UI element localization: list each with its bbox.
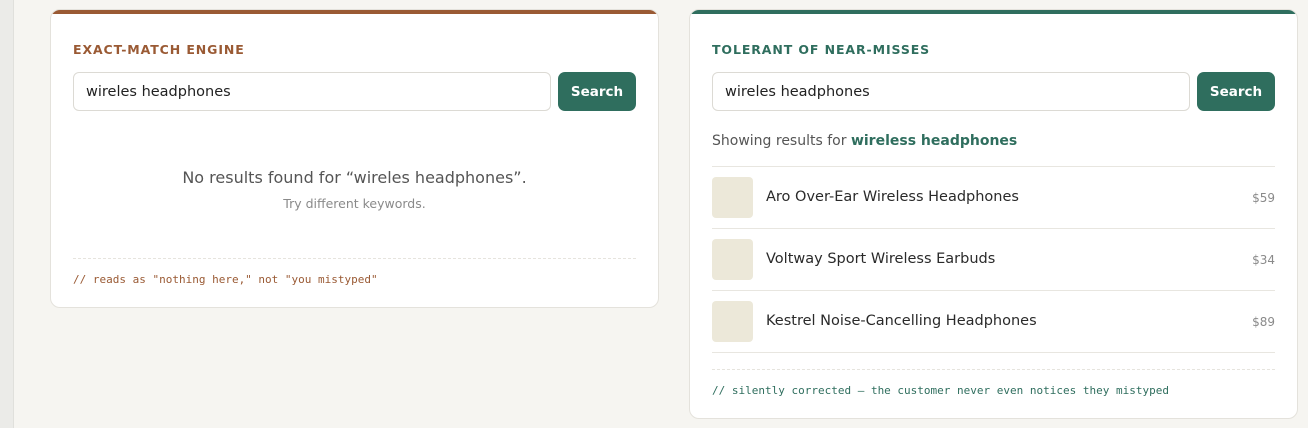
exact-search-input[interactable] xyxy=(73,72,551,111)
tolerant-note: // silently corrected — the customer nev… xyxy=(712,384,1169,397)
showing-prefix: Showing results for xyxy=(712,133,847,149)
window-left-edge xyxy=(0,0,14,428)
product-thumbnail xyxy=(712,177,753,218)
exact-match-heading: EXACT-MATCH ENGINE xyxy=(73,42,245,57)
tolerant-search-input[interactable] xyxy=(712,72,1190,111)
product-thumbnail xyxy=(712,301,753,342)
tolerant-heading: TOLERANT OF NEAR-MISSES xyxy=(712,42,931,57)
exact-search-button[interactable]: Search xyxy=(558,72,636,111)
no-results-hint: Try different keywords. xyxy=(283,196,426,211)
result-item[interactable]: Voltway Sport Wireless Earbuds $34 xyxy=(712,229,1275,291)
results-list: Aro Over-Ear Wireless Headphones $59 Vol… xyxy=(712,166,1275,353)
exact-match-panel: EXACT-MATCH ENGINE Search No results fou… xyxy=(50,9,659,308)
exact-divider xyxy=(73,258,636,259)
result-name: Kestrel Noise-Cancelling Headphones xyxy=(766,313,1037,329)
showing-results-line: Showing results for wireless headphones xyxy=(712,133,1017,149)
result-price: $89 xyxy=(1252,315,1275,329)
no-results-message: No results found for “wireles headphones… xyxy=(182,168,527,187)
result-name: Voltway Sport Wireless Earbuds xyxy=(766,251,996,267)
tolerant-divider xyxy=(712,369,1275,370)
corrected-query: wireless headphones xyxy=(850,133,1018,149)
tolerant-panel: TOLERANT OF NEAR-MISSES Search Showing r… xyxy=(689,9,1298,419)
result-price: $59 xyxy=(1252,191,1275,205)
exact-note: // reads as "nothing here," not "you mis… xyxy=(73,273,378,286)
product-thumbnail xyxy=(712,239,753,280)
tolerant-search-button[interactable]: Search xyxy=(1197,72,1275,111)
result-item[interactable]: Aro Over-Ear Wireless Headphones $59 xyxy=(712,167,1275,229)
result-price: $34 xyxy=(1252,253,1275,267)
result-item[interactable]: Kestrel Noise-Cancelling Headphones $89 xyxy=(712,291,1275,353)
result-name: Aro Over-Ear Wireless Headphones xyxy=(766,189,1019,205)
